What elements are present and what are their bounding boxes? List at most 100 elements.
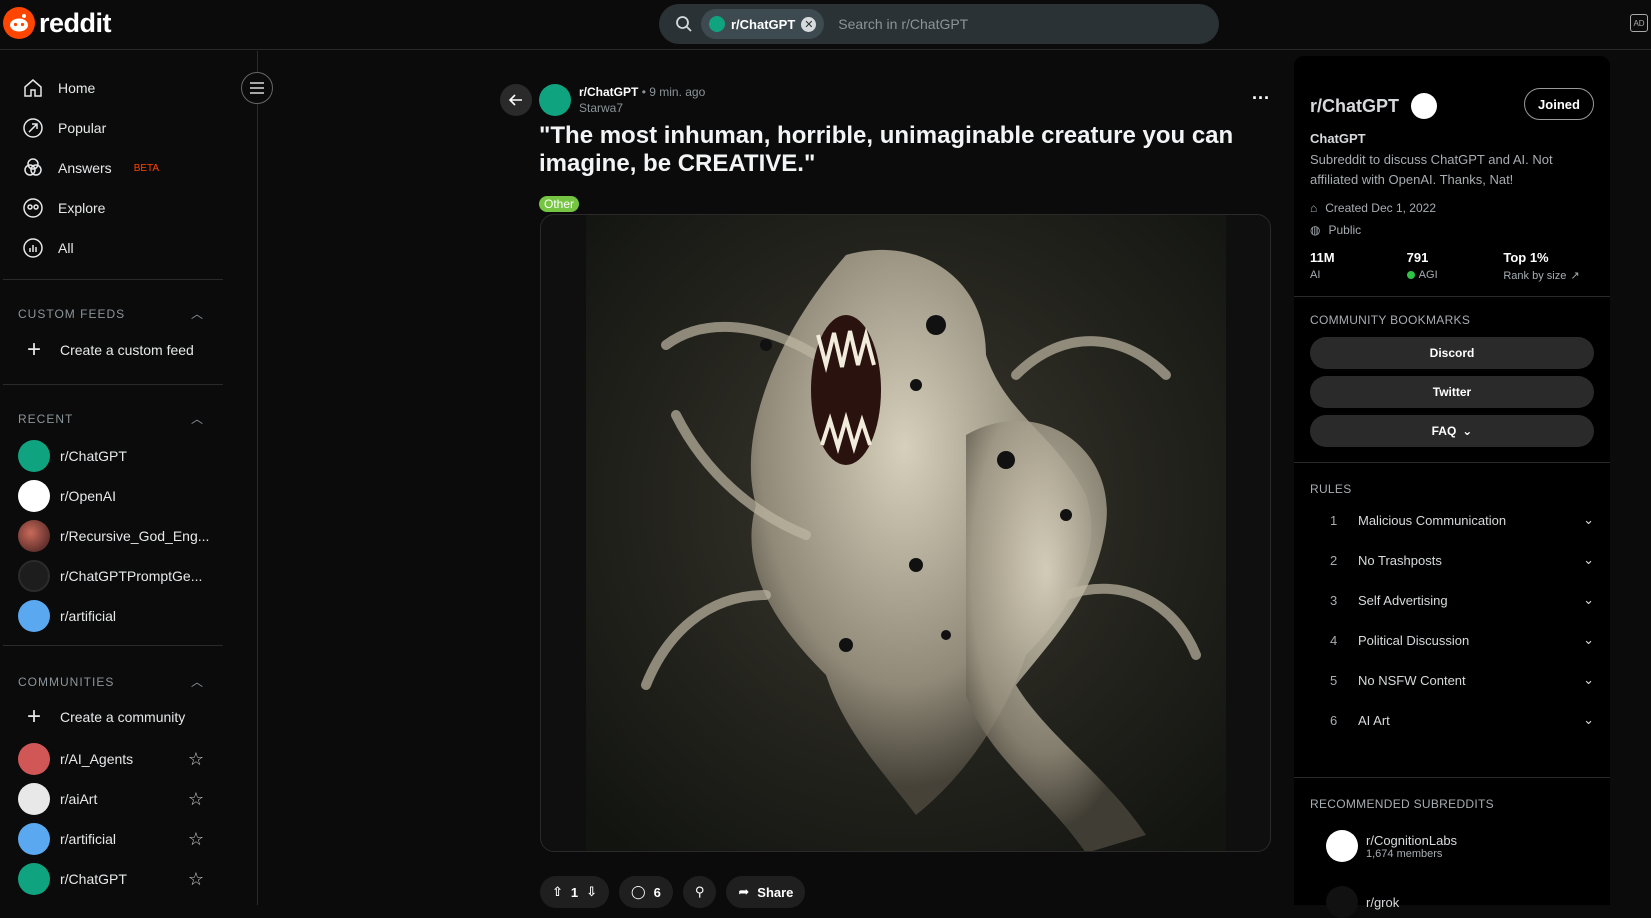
rule-item[interactable]: 1 Malicious Communication ⌄ (1310, 512, 1594, 528)
back-button[interactable] (500, 84, 532, 116)
community-label: r/aiArt (60, 791, 98, 807)
creature-illustration (586, 215, 1226, 851)
bookmark-discord-button[interactable]: Discord (1310, 337, 1594, 369)
external-link-icon: ↗ (1570, 270, 1580, 282)
chevron-up-icon: ︿ (190, 412, 204, 426)
post-actions: ⇧ 1 ⇩ ◯ 6 ⚲ ➦ Share (540, 876, 806, 908)
bookmarks-title: COMMUNITY BOOKMARKS (1310, 313, 1471, 327)
upvote-icon[interactable]: ⇧ (552, 884, 563, 900)
community-item[interactable]: r/artificial ☆ (18, 823, 204, 855)
recent-header[interactable]: RECENT ︿ (18, 410, 204, 427)
sidebar-divider (1294, 777, 1610, 778)
share-button[interactable]: ➦ Share (726, 876, 806, 908)
community-sidebar: r/ChatGPT Joined ChatGPT Subreddit to di… (1294, 56, 1610, 918)
post-subreddit-link[interactable]: r/ChatGPT (579, 85, 638, 99)
create-community[interactable]: + Create a community (18, 705, 204, 729)
recommended-item[interactable]: r/grok (1326, 886, 1399, 918)
chevron-down-icon: ⌄ (1583, 672, 1594, 687)
chevron-up-icon: ︿ (190, 675, 204, 689)
create-custom-feed[interactable]: + Create a custom feed (18, 338, 204, 362)
clear-scope-icon[interactable]: ✕ (801, 16, 817, 32)
rule-number: 2 (1330, 552, 1338, 568)
vote-control: ⇧ 1 ⇩ (540, 876, 610, 908)
advertise-icon[interactable]: AD (1630, 14, 1648, 32)
rule-item[interactable]: 4 Political Discussion ⌄ (1310, 632, 1594, 648)
sidebar-divider (3, 384, 223, 385)
post-author[interactable]: Starwa7 (579, 100, 705, 116)
chatgpt-avatar (18, 440, 50, 472)
chevron-down-icon: ⌄ (1583, 552, 1594, 567)
community-name: ChatGPT (1310, 131, 1366, 146)
sidebar-divider (3, 645, 223, 646)
chatgpt-icon (709, 16, 725, 32)
recent-item[interactable]: r/artificial (18, 600, 204, 632)
nav-home-label: Home (58, 80, 96, 96)
post-meta: r/ChatGPT • 9 min. ago Starwa7 (539, 84, 705, 116)
search-input[interactable]: Search in r/ChatGPT (838, 16, 968, 32)
community-item[interactable]: r/ChatGPT ☆ (18, 863, 204, 895)
reddit-logo[interactable]: reddit (3, 7, 112, 39)
recent-item[interactable]: r/ChatGPTPromptGe... (18, 560, 204, 592)
nav-home[interactable]: Home (22, 76, 95, 100)
recent-item[interactable]: r/Recursive_God_Eng... (18, 520, 209, 552)
nav-answers[interactable]: Answers BETA (22, 156, 159, 180)
rule-item[interactable]: 3 Self Advertising ⌄ (1310, 592, 1594, 608)
nav-explore[interactable]: Explore (22, 196, 105, 220)
recent-item-label: r/ChatGPT (60, 448, 127, 464)
search-chip-label: r/ChatGPT (731, 16, 796, 32)
search-bar[interactable]: r/ChatGPT ✕ Search in r/ChatGPT (659, 4, 1219, 44)
recommended-members: 1,674 members (1366, 847, 1443, 860)
nav-popular[interactable]: Popular (22, 116, 106, 140)
joined-button[interactable]: Joined (1524, 88, 1594, 120)
rule-number: 1 (1330, 512, 1338, 528)
comments-button[interactable]: ◯ 6 (619, 876, 673, 908)
community-item[interactable]: r/AI_Agents ☆ (18, 743, 204, 775)
community-avatar (18, 600, 50, 632)
search-icon (676, 16, 692, 32)
communities-header[interactable]: COMMUNITIES ︿ (18, 673, 204, 690)
community-title[interactable]: r/ChatGPT (1310, 93, 1438, 119)
bookmark-faq-button[interactable]: FAQ ⌄ (1310, 415, 1594, 447)
community-avatar (1326, 886, 1358, 918)
post-image[interactable] (540, 214, 1271, 852)
star-icon[interactable]: ☆ (188, 869, 204, 890)
custom-feeds-header[interactable]: CUSTOM FEEDS ︿ (18, 305, 204, 322)
community-avatar (18, 520, 50, 552)
rule-item[interactable]: 5 No NSFW Content ⌄ (1310, 672, 1594, 688)
downvote-icon[interactable]: ⇩ (586, 884, 597, 900)
chevron-down-icon: ⌄ (1583, 632, 1594, 647)
star-icon[interactable]: ☆ (188, 749, 204, 770)
recent-item[interactable]: r/ChatGPT (18, 440, 204, 472)
recent-item[interactable]: r/OpenAI (18, 480, 204, 512)
chatgpt-avatar[interactable] (539, 84, 571, 116)
stat-label: Rank by size (1503, 269, 1567, 282)
community-item[interactable]: r/aiArt ☆ (18, 783, 204, 815)
chevron-down-icon: ⌄ (1583, 512, 1594, 527)
nav-all[interactable]: All (22, 236, 74, 260)
stat-members: 11M AI (1310, 250, 1407, 282)
collapse-sidebar-button[interactable] (241, 72, 273, 104)
rule-text: No Trashposts (1358, 552, 1442, 568)
star-icon[interactable]: ☆ (188, 789, 204, 810)
community-description: Subreddit to discuss ChatGPT and AI. Not… (1310, 152, 1553, 187)
stat-label: AGI (1418, 269, 1438, 281)
explore-icon (23, 198, 43, 218)
stat-rank[interactable]: Top 1% Rank by size ↗ (1503, 250, 1600, 282)
openai-logo-icon (1411, 93, 1438, 119)
comment-count: 6 (653, 884, 661, 900)
award-button[interactable]: ⚲ (682, 876, 717, 908)
rule-item[interactable]: 2 No Trashposts ⌄ (1310, 552, 1594, 568)
create-community-label: Create a community (60, 709, 186, 725)
recent-title: RECENT (18, 411, 74, 426)
search-scope-chip[interactable]: r/ChatGPT ✕ (701, 9, 825, 39)
star-icon[interactable]: ☆ (188, 829, 204, 850)
home-icon (24, 79, 42, 97)
more-options-icon[interactable]: ··· (1252, 88, 1270, 109)
rules-title: RULES (1310, 482, 1352, 496)
rule-item[interactable]: 6 AI Art ⌄ (1310, 712, 1594, 728)
stat-value: Top 1% (1503, 250, 1549, 265)
rule-number: 5 (1330, 672, 1338, 688)
recommended-item[interactable]: r/CognitionLabs 1,674 members (1326, 830, 1457, 862)
post-flair[interactable]: Other (539, 196, 580, 212)
bookmark-twitter-button[interactable]: Twitter (1310, 376, 1594, 408)
